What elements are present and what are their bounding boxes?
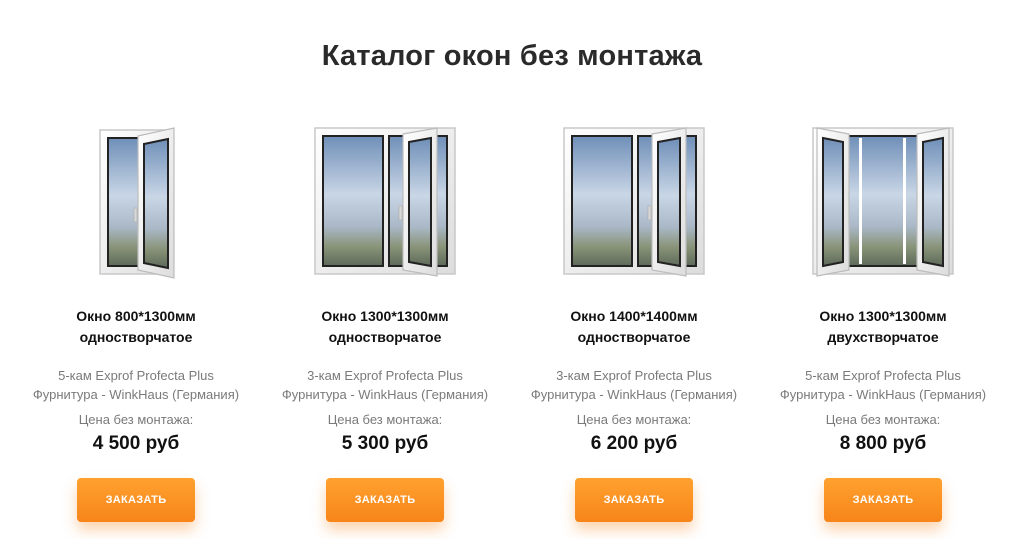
window-image bbox=[314, 127, 456, 277]
profile-spec: 3-кам Exprof Profecta Plus bbox=[307, 368, 463, 383]
product-type: одностворчатое bbox=[328, 329, 442, 345]
price: 6 200 руб bbox=[590, 433, 678, 454]
product-type: двухстворчатое bbox=[827, 329, 939, 345]
product-card: Окно 1400*1400мм одностворчатое 3-кам Ex… bbox=[514, 120, 754, 522]
profile-spec: 3-кам Exprof Profecta Plus bbox=[556, 368, 712, 383]
price: 5 300 руб bbox=[341, 433, 429, 454]
order-button[interactable]: ЗАКАЗАТЬ bbox=[824, 478, 942, 522]
window-image bbox=[812, 127, 954, 277]
product-card: Окно 1300*1300мм двухстворчатое 5-кам Ex… bbox=[763, 120, 1003, 522]
hardware-spec: Фурнитура - WinkHaus (Германия) bbox=[281, 387, 489, 402]
order-button[interactable]: ЗАКАЗАТЬ bbox=[575, 478, 693, 522]
hardware-spec: Фурнитура - WinkHaus (Германия) bbox=[779, 387, 987, 402]
profile-spec: 5-кам Exprof Profecta Plus bbox=[805, 368, 961, 383]
order-button[interactable]: ЗАКАЗАТЬ bbox=[77, 478, 195, 522]
order-button[interactable]: ЗАКАЗАТЬ bbox=[326, 478, 444, 522]
hardware-spec: Фурнитура - WinkHaus (Германия) bbox=[530, 387, 738, 402]
window-image bbox=[99, 127, 175, 279]
product-type: одностворчатое bbox=[79, 329, 193, 345]
product-type: одностворчатое bbox=[577, 329, 691, 345]
product-card: Окно 1300*1300мм одностворчатое 3-кам Ex… bbox=[265, 120, 505, 522]
window-image bbox=[563, 127, 705, 277]
product-name: Окно 1300*1300мм bbox=[819, 308, 947, 324]
profile-spec: 5-кам Exprof Profecta Plus bbox=[58, 368, 214, 383]
hardware-spec: Фурнитура - WinkHaus (Германия) bbox=[32, 387, 240, 402]
product-name: Окно 1400*1400мм bbox=[570, 308, 698, 324]
price-label: Цена без монтажа: bbox=[825, 412, 941, 427]
product-card: Окно 800*1300мм одностворчатое 5-кам Exp… bbox=[16, 120, 256, 522]
price-label: Цена без монтажа: bbox=[576, 412, 692, 427]
page-title: Каталог окон без монтажа bbox=[321, 40, 703, 72]
product-name: Окно 800*1300мм bbox=[76, 308, 196, 324]
price-label: Цена без монтажа: bbox=[327, 412, 443, 427]
price: 8 800 руб bbox=[839, 433, 927, 454]
price: 4 500 руб bbox=[92, 433, 180, 454]
price-label: Цена без монтажа: bbox=[78, 412, 194, 427]
product-name: Окно 1300*1300мм bbox=[321, 308, 449, 324]
